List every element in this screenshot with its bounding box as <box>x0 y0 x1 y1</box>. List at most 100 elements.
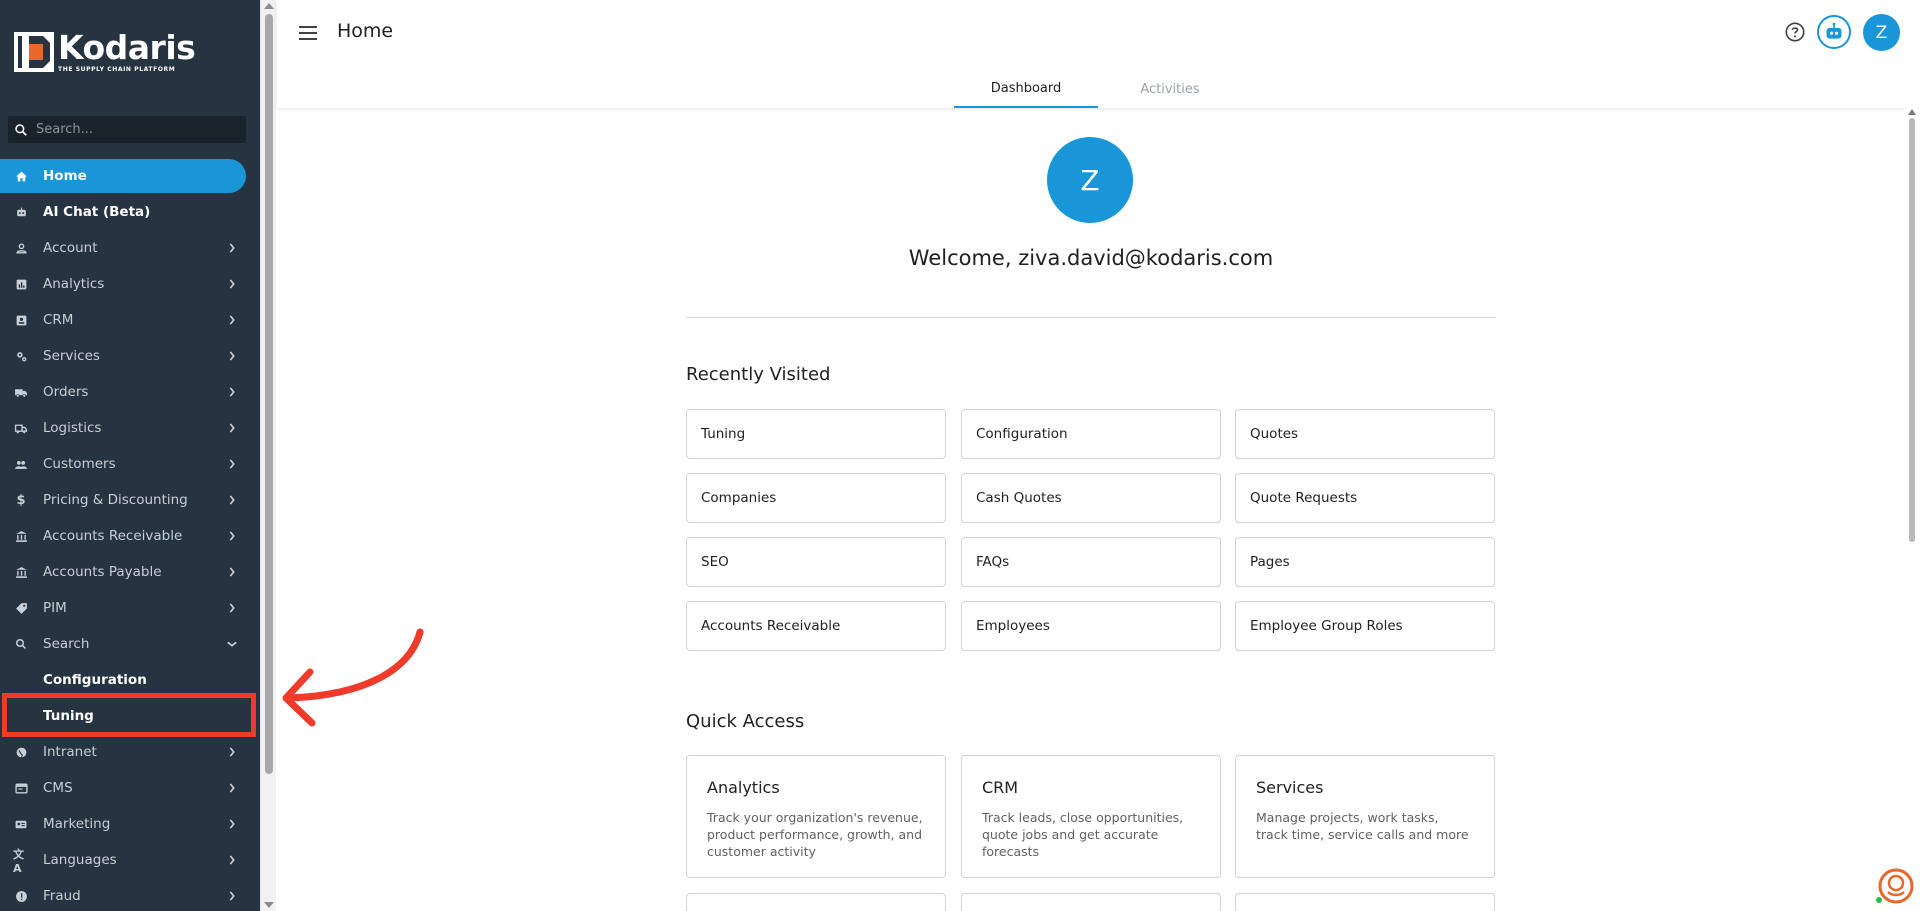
sidebar-item-analytics[interactable]: Analytics <box>0 267 246 301</box>
recent-item-accounts-receivable[interactable]: Accounts Receivable <box>686 601 946 651</box>
search-icon <box>13 636 29 652</box>
sidebar-item-crm[interactable]: CRM <box>0 303 246 337</box>
brand-tagline: THE SUPPLY CHAIN PLATFORM <box>58 65 176 73</box>
sidebar-item-search[interactable]: Search <box>0 627 246 661</box>
sidebar-item-account[interactable]: Account <box>0 231 246 265</box>
recent-item-tuning[interactable]: Tuning <box>686 409 946 459</box>
group-icon <box>13 456 29 472</box>
main-scrollbar[interactable] <box>1904 108 1920 911</box>
menu-icon[interactable] <box>299 22 321 44</box>
sidebar-item-label: Analytics <box>43 276 105 292</box>
quick-access-analytics[interactable]: Analytics Track your organization's reve… <box>686 755 946 878</box>
translate-icon: 文A <box>13 847 24 875</box>
robot-icon <box>13 204 29 220</box>
chevron-right-icon <box>226 459 238 469</box>
marketing-icon <box>13 816 29 832</box>
chevron-right-icon <box>226 891 238 901</box>
sidebar-item-customers[interactable]: Customers <box>0 447 246 481</box>
scroll-up-arrow[interactable] <box>264 3 274 9</box>
recent-item-quote-requests[interactable]: Quote Requests <box>1235 473 1495 523</box>
quick-access-card-title: Analytics <box>707 778 780 797</box>
recent-item-configuration[interactable]: Configuration <box>961 409 1221 459</box>
robot-icon <box>1826 22 1842 39</box>
page-title: Home <box>337 20 394 42</box>
sidebar-search[interactable] <box>8 116 246 143</box>
sidebar-item-label: Languages <box>43 852 117 868</box>
chevron-right-icon <box>226 783 238 793</box>
recent-item-cash-quotes[interactable]: Cash Quotes <box>961 473 1221 523</box>
quick-access-card[interactable] <box>686 893 946 911</box>
help-icon[interactable] <box>1784 21 1806 43</box>
bank-icon <box>13 528 29 544</box>
sidebar-item-marketing[interactable]: Marketing <box>0 807 246 841</box>
sidebar-item-pim[interactable]: PIM <box>0 591 246 625</box>
divider <box>686 317 1496 318</box>
recent-item-employee-group-roles[interactable]: Employee Group Roles <box>1235 601 1495 651</box>
sidebar-item-home[interactable]: Home <box>0 159 246 193</box>
sidebar-item-fraud[interactable]: Fraud <box>0 879 246 911</box>
annotation-arrow <box>282 628 424 727</box>
kodaris-logo[interactable]: Kodaris THE SUPPLY CHAIN PLATFORM <box>14 27 196 74</box>
ai-assistant-button[interactable] <box>1817 15 1851 49</box>
tab-dashboard[interactable]: Dashboard <box>954 70 1098 108</box>
chat-support-icon[interactable] <box>1876 866 1916 906</box>
contact-card-icon <box>13 312 29 328</box>
alert-icon <box>13 888 29 904</box>
sidebar-item-ai-chat[interactable]: AI Chat (Beta) <box>0 195 246 229</box>
user-avatar[interactable]: Z <box>1863 14 1900 51</box>
sidebar-item-label: Accounts Receivable <box>43 528 183 544</box>
quick-access-services[interactable]: Services Manage projects, work tasks, tr… <box>1235 755 1495 878</box>
highlight-box <box>2 693 256 737</box>
recently-visited-title: Recently Visited <box>686 364 831 385</box>
profile-avatar: Z <box>1047 137 1133 223</box>
sidebar-subitem-configuration[interactable]: Configuration <box>43 663 147 697</box>
sidebar-search-input[interactable] <box>36 122 236 137</box>
kodaris-logo-mark <box>14 32 54 72</box>
person-icon <box>13 240 29 256</box>
sidebar-item-label: Intranet <box>43 744 97 760</box>
sidebar-item-accounts-receivable[interactable]: Accounts Receivable <box>0 519 246 553</box>
recent-item-companies[interactable]: Companies <box>686 473 946 523</box>
truck-icon <box>13 384 29 400</box>
quick-access-card-desc: Manage projects, work tasks, track time,… <box>1256 810 1469 842</box>
chevron-right-icon <box>226 351 238 361</box>
sidebar-item-languages[interactable]: 文A Languages <box>0 843 246 877</box>
quick-access-card-desc: Track your organization's revenue, produ… <box>707 810 923 859</box>
sidebar-item-label: Account <box>43 240 98 256</box>
chevron-right-icon <box>226 531 238 541</box>
sidebar-item-pricing[interactable]: $ Pricing & Discounting <box>0 483 246 517</box>
scroll-down-arrow[interactable] <box>264 902 274 908</box>
sidebar-item-label: Customers <box>43 456 116 472</box>
gears-icon <box>13 348 29 364</box>
tab-activities[interactable]: Activities <box>1098 70 1242 108</box>
recent-item-pages[interactable]: Pages <box>1235 537 1495 587</box>
recent-item-quotes[interactable]: Quotes <box>1235 409 1495 459</box>
chevron-right-icon <box>226 603 238 613</box>
chevron-right-icon <box>226 387 238 397</box>
sidebar-scrollbar[interactable] <box>260 0 276 911</box>
sidebar-item-label: Accounts Payable <box>43 564 162 580</box>
scrollbar-thumb[interactable] <box>1909 118 1915 542</box>
brand-name: Kodaris <box>58 27 196 67</box>
recent-item-faqs[interactable]: FAQs <box>961 537 1221 587</box>
sidebar-item-intranet[interactable]: Intranet <box>0 735 246 769</box>
sidebar-item-accounts-payable[interactable]: Accounts Payable <box>0 555 246 589</box>
sidebar-item-orders[interactable]: Orders <box>0 375 246 409</box>
quick-access-crm[interactable]: CRM Track leads, close opportunities, qu… <box>961 755 1221 878</box>
sidebar-item-services[interactable]: Services <box>0 339 246 373</box>
sidebar-item-label: CMS <box>43 780 73 796</box>
top-header: Home Z Dashboard Activities <box>277 0 1920 108</box>
sidebar-item-label: Fraud <box>43 888 81 904</box>
chevron-right-icon <box>226 243 238 253</box>
sidebar-item-cms[interactable]: CMS <box>0 771 246 805</box>
sidebar-item-label: AI Chat (Beta) <box>43 204 151 220</box>
search-icon <box>15 123 27 136</box>
scroll-up-arrow[interactable] <box>1908 109 1916 115</box>
sidebar-item-label: Pricing & Discounting <box>43 492 188 508</box>
quick-access-card[interactable] <box>1235 893 1495 911</box>
recent-item-employees[interactable]: Employees <box>961 601 1221 651</box>
quick-access-card[interactable] <box>961 893 1221 911</box>
quick-access-card-title: CRM <box>982 778 1019 797</box>
recent-item-seo[interactable]: SEO <box>686 537 946 587</box>
sidebar-item-logistics[interactable]: Logistics <box>0 411 246 445</box>
